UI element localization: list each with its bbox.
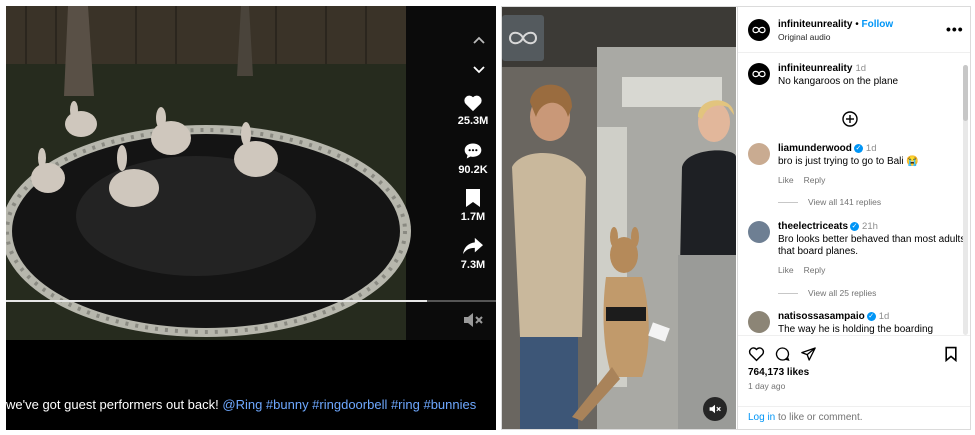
bookmark-icon[interactable]: [944, 346, 958, 362]
comment-item: natisossasampaio ✓ 1d The way he is holdin…: [748, 311, 964, 335]
verified-badge-icon: ✓: [853, 143, 863, 153]
view-replies-link[interactable]: View all 141 replies: [778, 197, 881, 207]
commenter-username[interactable]: natisossasampaio: [778, 311, 865, 322]
comment-count: 90.2K: [458, 164, 488, 176]
verified-badge-icon: ✓: [850, 221, 860, 231]
comment-action[interactable]: 90.2K: [450, 141, 496, 176]
next-video-button[interactable]: [464, 58, 494, 82]
share-icon: [463, 237, 483, 255]
author-info: infiniteunreality • Follow Original audi…: [778, 19, 894, 42]
bookmark-icon: [466, 189, 480, 207]
comment-time: 1d: [865, 143, 877, 154]
post-side-panel: infiniteunreality • Follow Original audi…: [737, 7, 970, 429]
caption-author-avatar[interactable]: [748, 63, 770, 85]
comments-scrollbar[interactable]: [963, 65, 968, 335]
caption-time: 1d: [855, 63, 867, 74]
post-age: 1 day ago: [748, 381, 786, 391]
mute-button[interactable]: [462, 310, 484, 330]
comment-time: 21h: [862, 221, 878, 232]
reply-link[interactable]: Reply: [804, 265, 826, 275]
heart-icon: [464, 95, 482, 112]
post-header: infiniteunreality • Follow Original audi…: [738, 7, 970, 53]
caption-hashtags[interactable]: @Ring #bunny #ringdoorbell #ring #bunnie…: [222, 397, 476, 412]
commenter-avatar[interactable]: [748, 221, 770, 243]
commenter-avatar[interactable]: [748, 143, 770, 165]
commenter-avatar[interactable]: [748, 311, 770, 333]
scrollbar-thumb[interactable]: [963, 65, 968, 121]
comment-icon: [464, 143, 482, 159]
comment-icon[interactable]: [774, 346, 791, 362]
save-action[interactable]: 1.7M: [450, 188, 496, 223]
comment-text: The way he is holding the boarding: [778, 324, 934, 335]
caption-username[interactable]: infiniteunreality: [778, 63, 852, 74]
like-comment-link[interactable]: Like: [778, 175, 794, 185]
infinity-logo-icon: [752, 26, 766, 34]
more-options-icon[interactable]: •••: [946, 21, 964, 37]
share-count: 7.3M: [460, 259, 486, 271]
save-count: 1.7M: [460, 211, 486, 223]
share-icon[interactable]: [800, 346, 817, 362]
likes-count[interactable]: 764,173 likes: [748, 367, 809, 378]
speaker-muted-icon: [464, 313, 483, 327]
chevron-down-icon: [473, 66, 485, 74]
login-prompt: Log in to like or comment.: [738, 406, 970, 429]
login-link[interactable]: Log in: [748, 412, 775, 423]
comment-text: bro is just trying to go to Bali 😭: [778, 156, 919, 167]
previous-video-button[interactable]: [464, 28, 494, 52]
chevron-up-icon: [473, 36, 485, 44]
like-count: 25.3M: [457, 115, 489, 127]
share-action[interactable]: 7.3M: [450, 236, 496, 271]
short-video-player[interactable]: 25.3M 90.2K 1.7M 7.3M we've got guest pe…: [6, 6, 496, 430]
video-caption: we've got guest performers out back! @Ri…: [6, 397, 496, 412]
post-footer: 764,173 likes 1 day ago Log in to like o…: [738, 335, 970, 429]
follow-button[interactable]: Follow: [862, 19, 894, 30]
author-avatar[interactable]: [748, 19, 770, 41]
caption-text: we've got guest performers out back!: [6, 397, 223, 412]
speaker-muted-icon: [709, 404, 721, 414]
verified-badge-icon: ✓: [866, 311, 876, 321]
comment-time: 1d: [878, 311, 890, 322]
comment-text: Bro looks better behaved than most adult…: [778, 234, 966, 257]
video-frame-bunnies-trampoline[interactable]: [6, 6, 496, 340]
like-comment-link[interactable]: Like: [778, 265, 794, 275]
video-progress-fill: [6, 300, 428, 302]
commenter-username[interactable]: theelectriceats: [778, 221, 848, 232]
commenter-username[interactable]: liamunderwood: [778, 143, 852, 154]
video-progress-bar[interactable]: [6, 300, 496, 302]
view-replies-link[interactable]: View all 25 replies: [778, 288, 876, 298]
reply-link[interactable]: Reply: [804, 175, 826, 185]
heart-icon[interactable]: [748, 346, 765, 362]
instagram-post: infiniteunreality • Follow Original audi…: [501, 6, 971, 430]
infinity-logo-icon: [752, 70, 766, 78]
audio-label[interactable]: Original audio: [778, 32, 893, 42]
author-username[interactable]: infiniteunreality: [778, 19, 852, 30]
post-mute-button[interactable]: [703, 397, 727, 421]
screenshot-composite: 25.3M 90.2K 1.7M 7.3M we've got guest pe…: [0, 0, 975, 435]
like-action[interactable]: 25.3M: [450, 94, 496, 127]
caption-text: No kangaroos on the plane: [778, 76, 899, 87]
add-comment-plus-icon[interactable]: [842, 111, 858, 127]
post-video-kangaroo-airplane[interactable]: [502, 7, 736, 430]
login-prompt-text: to like or comment.: [775, 412, 863, 423]
